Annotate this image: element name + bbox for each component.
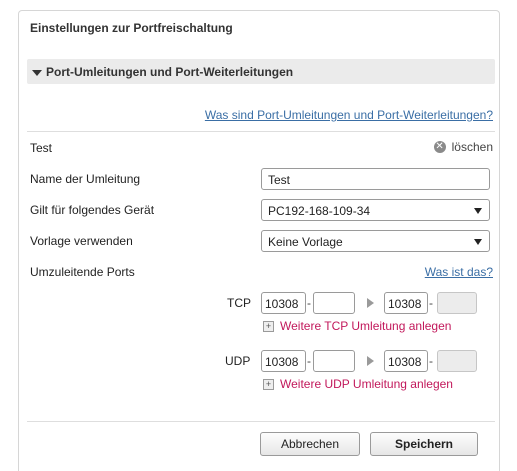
dropdown-arrow-icon bbox=[474, 239, 482, 245]
plus-icon: + bbox=[263, 320, 274, 332]
tcp-to-start-input[interactable]: 10308 bbox=[384, 292, 428, 314]
panel-title: Einstellungen zur Portfreischaltung bbox=[30, 21, 233, 35]
save-button[interactable]: Speichern bbox=[370, 432, 478, 456]
divider bbox=[27, 421, 495, 422]
arrow-right-icon bbox=[367, 356, 374, 366]
entry-name: Test bbox=[30, 141, 53, 155]
add-udp-label: Weitere UDP Umleitung anlegen bbox=[280, 377, 453, 391]
template-select-value: Keine Vorlage bbox=[268, 235, 343, 249]
arrow-right-icon bbox=[367, 298, 374, 308]
tcp-from-end-input[interactable] bbox=[313, 292, 355, 314]
udp-from-start-input[interactable]: 10308 bbox=[261, 350, 306, 372]
udp-label: UDP bbox=[225, 354, 251, 368]
dropdown-arrow-icon bbox=[474, 208, 482, 214]
device-select-value: PC192-168-109-34 bbox=[268, 204, 371, 218]
range-dash: - bbox=[429, 354, 433, 368]
ports-help-link[interactable]: Was ist das? bbox=[425, 265, 493, 279]
tcp-from-start-input[interactable]: 10308 bbox=[261, 292, 306, 314]
section-title: Port-Umleitungen und Port-Weiterleitunge… bbox=[46, 65, 294, 79]
triangle-down-icon bbox=[32, 70, 42, 76]
divider bbox=[27, 131, 495, 132]
udp-from-end-input[interactable] bbox=[313, 350, 355, 372]
name-input[interactable]: Test bbox=[261, 168, 490, 190]
range-dash: - bbox=[307, 296, 311, 310]
delete-label: löschen bbox=[451, 140, 493, 154]
add-udp-forwarding-link[interactable]: + Weitere UDP Umleitung anlegen bbox=[263, 377, 453, 391]
range-dash: - bbox=[429, 296, 433, 310]
tcp-label: TCP bbox=[227, 296, 251, 310]
name-label: Name der Umleitung bbox=[30, 172, 141, 186]
plus-icon: + bbox=[263, 378, 274, 390]
template-label: Vorlage verwenden bbox=[30, 234, 133, 248]
port-settings-panel: Einstellungen zur Portfreischaltung Port… bbox=[18, 10, 500, 471]
tcp-to-end-input bbox=[437, 292, 477, 314]
add-tcp-label: Weitere TCP Umleitung anlegen bbox=[280, 319, 452, 333]
add-tcp-forwarding-link[interactable]: + Weitere TCP Umleitung anlegen bbox=[263, 319, 451, 333]
cancel-button[interactable]: Abbrechen bbox=[260, 432, 360, 456]
help-link-port-forwarding[interactable]: Was sind Port-Umleitungen und Port-Weite… bbox=[205, 108, 493, 122]
template-select[interactable]: Keine Vorlage bbox=[261, 230, 490, 252]
device-label: Gilt für folgendes Gerät bbox=[30, 203, 155, 217]
section-header[interactable]: Port-Umleitungen und Port-Weiterleitunge… bbox=[27, 59, 495, 84]
device-select[interactable]: PC192-168-109-34 bbox=[261, 199, 490, 221]
delete-icon: ✕ bbox=[433, 141, 446, 153]
delete-button[interactable]: ✕ löschen bbox=[433, 140, 493, 154]
ports-label: Umzuleitende Ports bbox=[30, 265, 135, 279]
udp-to-start-input[interactable]: 10308 bbox=[384, 350, 428, 372]
range-dash: - bbox=[307, 354, 311, 368]
udp-to-end-input bbox=[437, 350, 477, 372]
